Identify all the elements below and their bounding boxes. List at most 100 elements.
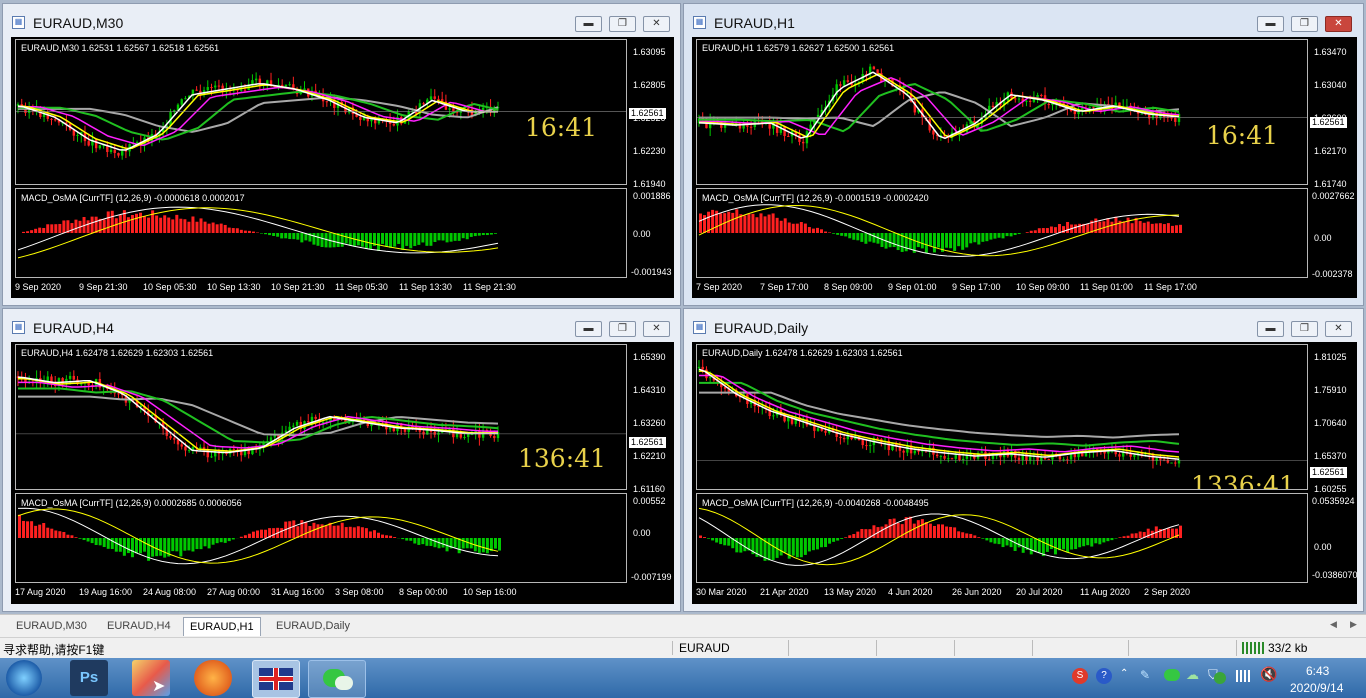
price-label: 1.60255 (1314, 484, 1347, 494)
macd-bar (288, 233, 292, 240)
time-axis-label: 21 Apr 2020 (760, 587, 809, 597)
time-axis-label: 10 Sep 21:30 (271, 282, 325, 292)
macd-bar (928, 233, 932, 247)
macd-bar (352, 527, 356, 538)
macd-bar (183, 538, 187, 551)
wechat-tray-icon[interactable] (1164, 669, 1180, 681)
network-tray-icon[interactable] (1236, 670, 1250, 682)
macd-info: MACD_OsMA [CurrTF] (12,26,9) 0.0002685 0… (21, 498, 242, 508)
maximize-button[interactable]: ❐ (609, 16, 636, 32)
macd-bar (276, 233, 280, 237)
macd-bar (328, 522, 332, 538)
chart-window-daily[interactable]: ▦ EURAUD,Daily ▬ ❐ ✕ 1336:41 EURAUD,Dail… (683, 308, 1364, 612)
minimize-button[interactable]: ▬ (575, 16, 602, 32)
macd-bar (908, 233, 912, 249)
macd-bar (22, 231, 26, 233)
macd-bar (102, 538, 106, 548)
macd-bar (936, 524, 940, 538)
macd-bar (973, 233, 977, 243)
macd-bar (38, 524, 42, 538)
minimize-button[interactable]: ▬ (575, 321, 602, 337)
tab-euraud-h1[interactable]: EURAUD,H1 (183, 617, 261, 636)
macd-bar (114, 538, 118, 552)
macd-bar (953, 233, 957, 251)
tab-scroll-right-icon[interactable]: ▶ (1350, 619, 1357, 630)
price-panel[interactable]: 1336:41 (696, 344, 1308, 490)
minimize-button[interactable]: ▬ (1257, 16, 1284, 32)
macd-bar (1070, 538, 1074, 550)
maximize-button[interactable]: ❐ (609, 321, 636, 337)
time-axis-label: 11 Aug 2020 (1080, 587, 1130, 597)
window-titlebar[interactable]: ▦ EURAUD,H4 ▬ ❐ ✕ (3, 309, 680, 341)
macd-bar (110, 210, 114, 233)
chart-window-h1[interactable]: ▦ EURAUD,H1 ▬ ❐ ✕ EURAUD,H1 1.62579 1.62… (683, 3, 1364, 306)
time-axis-label: 8 Sep 09:00 (824, 282, 873, 292)
close-button[interactable]: ✕ (643, 16, 670, 32)
macd-bar (368, 531, 372, 538)
macd-bar (493, 538, 497, 549)
macd-bar (1134, 217, 1138, 233)
macd-bar (828, 538, 832, 544)
macd-bar (264, 529, 268, 538)
macd-bar (1166, 223, 1170, 233)
chart-window-h4[interactable]: ▦ EURAUD,H4 ▬ ❐ ✕ EURAUD,H4 1.62478 1.62… (2, 308, 681, 612)
macd-bar (485, 538, 489, 554)
macd-bar (114, 218, 118, 233)
macd-bar (211, 222, 215, 233)
maximize-button[interactable]: ❐ (1291, 321, 1318, 337)
start-button[interactable] (6, 660, 42, 696)
macd-bar (961, 532, 965, 538)
price-label: 1.62230 (633, 146, 666, 156)
chart-area[interactable]: 1336:41 EURAUD,Daily 1.62478 1.62629 1.6… (692, 342, 1358, 604)
macd-bar (1126, 535, 1130, 538)
price-label: 1.65390 (633, 352, 666, 362)
chart-area[interactable]: EURAUD,H4 1.62478 1.62629 1.62303 1.6256… (11, 342, 674, 604)
macd-bar (247, 533, 251, 538)
volume-muted-icon[interactable]: 🔇 (1260, 666, 1277, 683)
uk-flag-app-icon[interactable] (252, 660, 300, 698)
security-tray-icon[interactable] (1214, 672, 1226, 684)
macd-bar (155, 215, 159, 233)
tab-euraud-m30[interactable]: EURAUD,M30 (10, 617, 93, 635)
macd-bar (965, 233, 969, 248)
minimize-button[interactable]: ▬ (1257, 321, 1284, 337)
close-button[interactable]: ✕ (1325, 16, 1352, 32)
tab-euraud-h4[interactable]: EURAUD,H4 (101, 617, 177, 635)
pen-tray-icon[interactable]: ✎ (1140, 668, 1150, 682)
candle-body (493, 435, 496, 439)
chart-area[interactable]: EURAUD,H1 1.62579 1.62627 1.62500 1.6256… (692, 37, 1357, 298)
window-titlebar[interactable]: ▦ EURAUD,M30 ▬ ❐ ✕ (3, 4, 680, 36)
window-titlebar[interactable]: ▦ EURAUD,Daily ▬ ❐ ✕ (684, 309, 1363, 341)
price-panel[interactable] (696, 39, 1308, 185)
price-panel[interactable] (15, 39, 627, 185)
candle-body (94, 139, 98, 149)
photoshop-icon[interactable]: Ps (70, 660, 108, 696)
candle-body (187, 450, 191, 452)
sogou-ime-icon[interactable]: S (1072, 668, 1088, 684)
close-button[interactable]: ✕ (643, 321, 670, 337)
tray-expand-icon[interactable]: ⌃ (1120, 668, 1128, 679)
clock-time[interactable]: 6:43 (1306, 664, 1329, 678)
chart-area[interactable]: EURAUD,M30 1.62531 1.62567 1.62518 1.625… (11, 37, 674, 298)
macd-bar (1162, 224, 1166, 233)
wechat-icon[interactable] (308, 660, 366, 698)
candle-body (1040, 94, 1043, 96)
tab-euraud-daily[interactable]: EURAUD,Daily (270, 617, 356, 635)
orange-app-icon[interactable] (194, 660, 232, 696)
maximize-button[interactable]: ❐ (1291, 16, 1318, 32)
clock-date[interactable]: 2020/9/14 (1290, 681, 1343, 695)
macd-scale-label: 0.00 (633, 528, 651, 538)
macd-bar (936, 233, 940, 248)
window-titlebar[interactable]: ▦ EURAUD,H1 ▬ ❐ ✕ (684, 4, 1363, 36)
close-button[interactable]: ✕ (1325, 321, 1352, 337)
cloud-tray-icon[interactable]: ☁ (1186, 667, 1199, 683)
time-axis-label: 19 Aug 16:00 (79, 587, 133, 597)
help-tray-icon[interactable]: ? (1096, 668, 1112, 684)
candle-body (184, 98, 187, 100)
macd-bar (985, 233, 989, 242)
macd-bar (187, 538, 191, 551)
chart-window-m30[interactable]: ▦ EURAUD,M30 ▬ ❐ ✕ EURAUD,M30 1.62531 1.… (2, 3, 681, 306)
macd-bar (1130, 223, 1134, 233)
window-title: EURAUD,H1 (714, 15, 795, 31)
tab-scroll-left-icon[interactable]: ◀ (1330, 619, 1337, 630)
